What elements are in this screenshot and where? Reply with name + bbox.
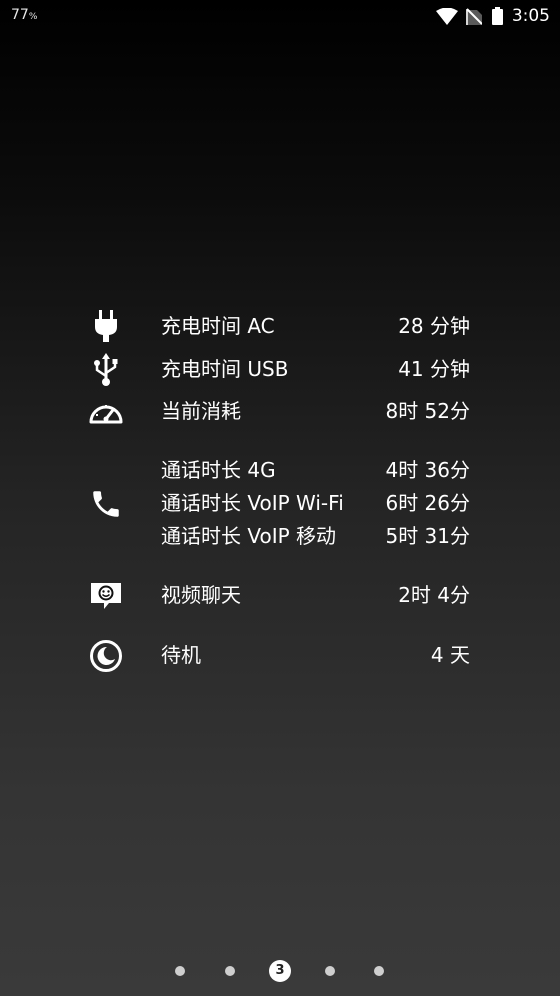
battery-percentage-sign: % — [28, 12, 38, 22]
stat-label: 当前消耗 — [161, 399, 241, 423]
stat-row-current-usage: 当前消耗 8时 52分 — [0, 395, 560, 428]
stat-value: 8时 52分 — [385, 399, 470, 423]
page-dot-1[interactable] — [175, 966, 185, 976]
page-dot-active[interactable]: 3 — [269, 960, 291, 982]
page-dot-2[interactable] — [225, 966, 235, 976]
status-icons: 3:05 — [435, 5, 550, 27]
stat-value: 2时 4分 — [398, 583, 470, 607]
no-sim-signal-icon — [465, 7, 482, 25]
stat-value: 4时 36分 — [385, 458, 470, 482]
stat-label: 通话时长 4G — [161, 458, 276, 482]
stat-value: 28 分钟 — [398, 314, 470, 338]
stat-value: 5时 31分 — [385, 524, 470, 548]
stat-value: 4 天 — [430, 643, 470, 667]
page-dot-4[interactable] — [325, 966, 335, 976]
stat-label: 充电时间 AC — [161, 314, 275, 338]
stat-row-standby: 待机 4 天 — [0, 639, 560, 672]
page-indicator: 3 — [0, 960, 560, 982]
stat-label: 视频聊天 — [161, 583, 241, 607]
stat-label: 通话时长 VoIP Wi-Fi — [161, 491, 344, 515]
stat-group-talk-time: 通话时长 4G 4时 36分 通话时长 VoIP Wi-Fi 6时 26分 通话… — [0, 454, 560, 553]
battery-percentage: 77% — [11, 7, 37, 23]
talk-time-voip-wifi: 通话时长 VoIP Wi-Fi 6时 26分 — [0, 487, 560, 520]
battery-icon — [491, 7, 503, 25]
stat-label: 充电时间 USB — [161, 357, 289, 381]
status-bar: 77% 3:05 — [0, 0, 560, 32]
stat-value: 41 分钟 — [398, 357, 470, 381]
stat-row-charge-ac: 充电时间 AC 28 分钟 — [0, 309, 560, 343]
stat-row-charge-usb: 充电时间 USB 41 分钟 — [0, 352, 560, 386]
wifi-icon — [435, 7, 458, 25]
stat-value: 6时 26分 — [385, 491, 470, 515]
page-dot-5[interactable] — [374, 966, 384, 976]
stat-label: 通话时长 VoIP 移动 — [161, 524, 337, 548]
stat-row-video-chat: 视频聊天 2时 4分 — [0, 579, 560, 612]
clock: 3:05 — [511, 6, 550, 26]
talk-time-voip-mobile: 通话时长 VoIP 移动 5时 31分 — [0, 520, 560, 553]
talk-time-4g: 通话时长 4G 4时 36分 — [0, 454, 560, 487]
battery-percentage-value: 77 — [11, 7, 29, 23]
stat-label: 待机 — [161, 643, 201, 667]
